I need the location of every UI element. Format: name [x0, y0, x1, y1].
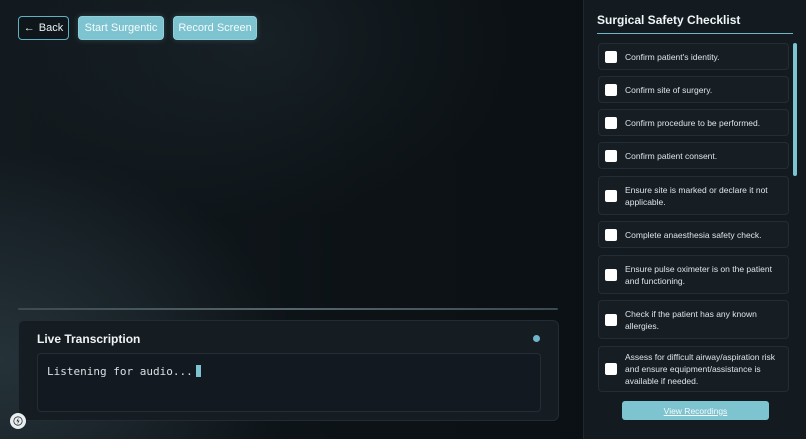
checkbox[interactable] [605, 149, 617, 162]
checklist-item[interactable]: Confirm patient consent. [598, 142, 789, 169]
checklist-item[interactable]: Complete anaesthesia safety check. [598, 221, 789, 248]
checklist-sidebar: Surgical Safety Checklist Confirm patien… [583, 0, 806, 439]
live-transcription-panel: Live Transcription Listening for audio..… [18, 320, 559, 421]
live-transcription-title: Live Transcription [37, 332, 141, 346]
checklist-item-label: Ensure site is marked or declare it not … [625, 184, 768, 207]
checklist-item[interactable]: Confirm site of surgery. [598, 76, 789, 103]
bolt-icon[interactable] [10, 413, 26, 429]
record-screen-label: Record Screen [178, 22, 252, 34]
start-surgentic-button[interactable]: Start Surgentic [78, 16, 164, 40]
checkbox[interactable] [605, 116, 617, 129]
checklist-item-label: Assess for difficult airway/aspiration r… [625, 352, 776, 386]
checklist-item-label: Confirm procedure to be performed. [625, 117, 761, 128]
checklist-item-label: Confirm site of surgery. [625, 84, 713, 95]
transcription-text: Listening for audio... [47, 365, 193, 378]
checklist-item[interactable]: Ensure pulse oximeter is on the patient … [598, 255, 789, 294]
checklist-item[interactable]: Check if the patient has any known aller… [598, 300, 789, 339]
checklist-item[interactable]: Confirm patient's identity. [598, 43, 789, 70]
checklist-item-label: Check if the patient has any known aller… [625, 308, 757, 331]
checkbox[interactable] [605, 363, 617, 375]
checklist-item-label: Complete anaesthesia safety check. [625, 229, 762, 240]
checklist-item[interactable]: Ensure site is marked or declare it not … [598, 176, 789, 215]
checkbox[interactable] [605, 83, 617, 96]
view-recordings-button[interactable]: View Recordings [622, 401, 769, 420]
record-screen-button[interactable]: Record Screen [173, 16, 257, 40]
checkbox[interactable] [605, 50, 617, 63]
arrow-left-icon: ← [23, 22, 35, 34]
view-recordings-label: View Recordings [663, 405, 728, 416]
text-cursor [195, 365, 201, 377]
bolt-icon-glyph [13, 416, 23, 426]
app-window: ← Back Start Surgentic Record Screen Liv… [0, 0, 806, 439]
checklist-title: Surgical Safety Checklist [597, 13, 741, 27]
start-surgentic-label: Start Surgentic [84, 22, 158, 34]
checklist-item-label: Confirm patient's identity. [625, 51, 720, 62]
transcription-output: Listening for audio... [37, 353, 541, 412]
back-button[interactable]: ← Back [18, 16, 69, 40]
checkbox[interactable] [605, 189, 617, 202]
video-divider [18, 308, 558, 310]
status-dot-icon [533, 335, 540, 342]
checkbox[interactable] [605, 268, 617, 281]
scrollbar-thumb[interactable] [793, 43, 797, 176]
checklist-item[interactable]: Confirm procedure to be performed. [598, 109, 789, 136]
title-underline [597, 33, 793, 34]
checklist-item-label: Ensure pulse oximeter is on the patient … [625, 263, 772, 286]
checklist-item-label: Confirm patient consent. [625, 150, 718, 161]
checkbox[interactable] [605, 228, 617, 241]
checkbox[interactable] [605, 313, 617, 326]
back-button-label: Back [38, 22, 64, 34]
checklist-item[interactable]: Assess for difficult airway/aspiration r… [598, 346, 789, 392]
